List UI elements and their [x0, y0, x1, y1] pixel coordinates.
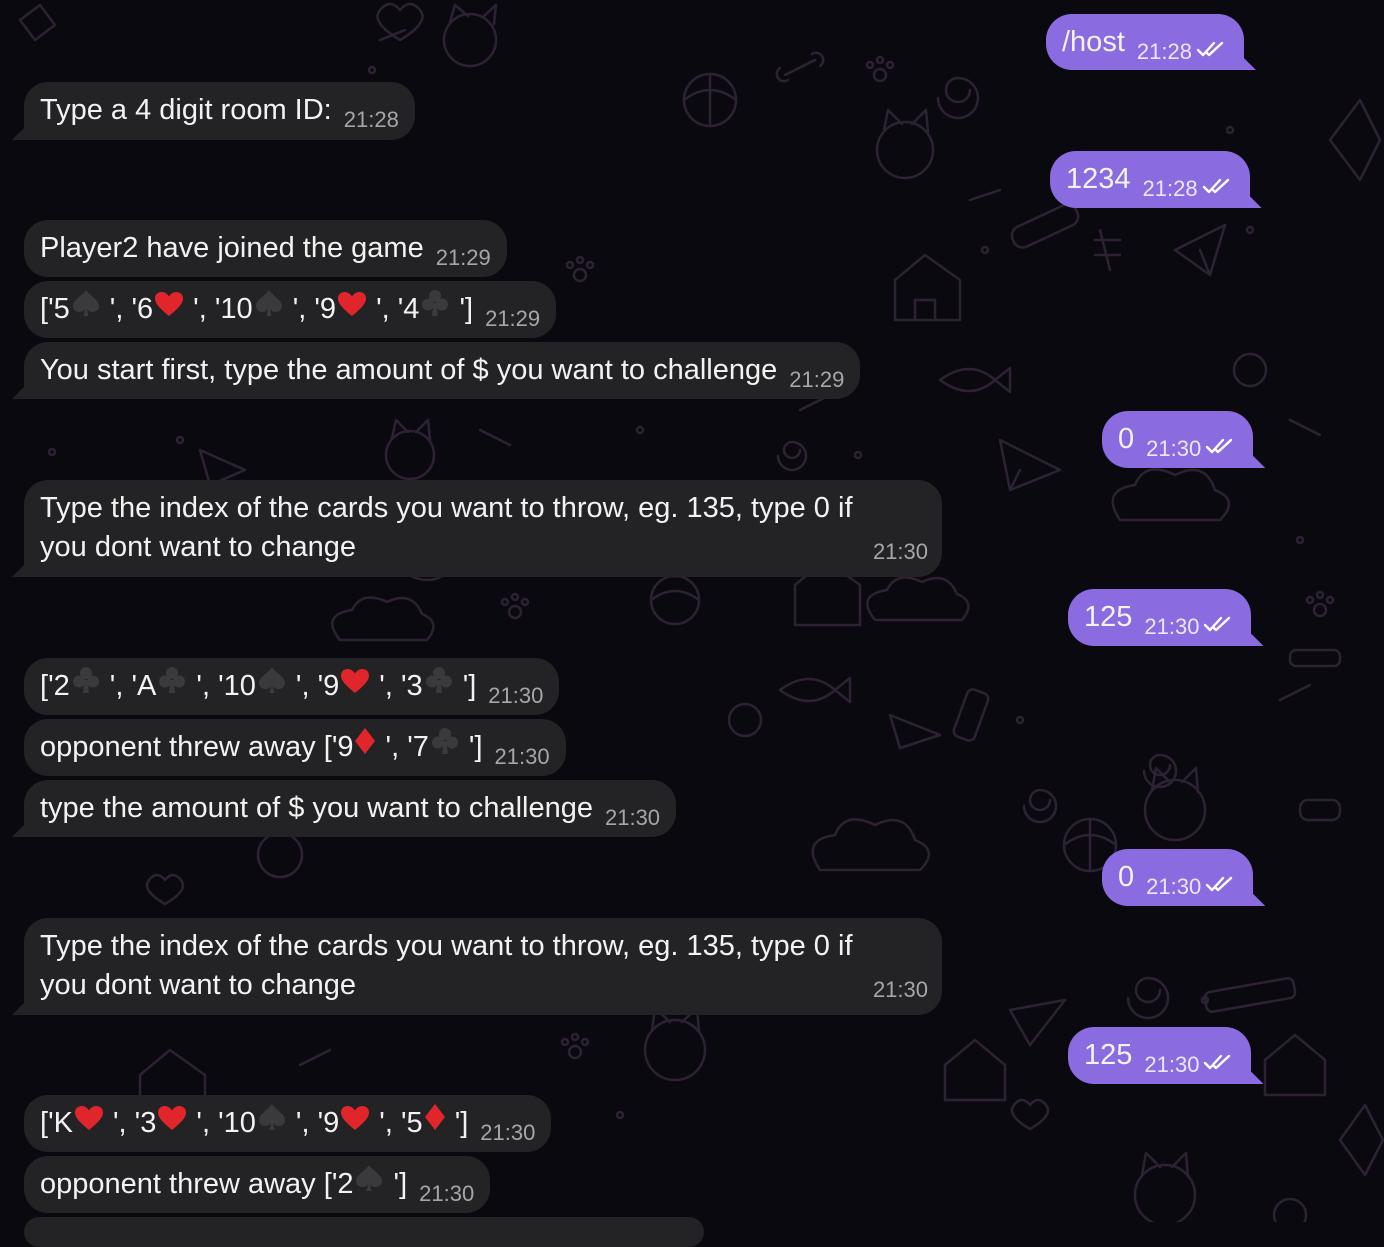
card: '5 ': [48, 289, 115, 325]
card: '9 ': [332, 727, 391, 763]
message-time: 21:28: [1142, 176, 1198, 201]
message-text-line-1: Type the index of the cards you want to …: [40, 492, 853, 524]
spade-suit-icon: [257, 1103, 287, 1142]
message-text-line-2: you dont want to change: [40, 531, 357, 563]
message-text: Player2 have joined the game: [40, 232, 424, 264]
card-list: ['2 ']: [324, 1164, 407, 1200]
outgoing-message[interactable]: 125 21:30: [1068, 589, 1252, 646]
message-text: You start first, type the amount of $ yo…: [40, 354, 778, 386]
card: '3 ': [401, 666, 468, 702]
message-text: opponent threw away: [40, 731, 324, 763]
double-check-icon: [1196, 30, 1226, 69]
card: '9 ': [318, 668, 385, 702]
message-time: 21:29: [435, 245, 491, 270]
message-text-line-2: you dont want to change: [40, 969, 357, 1001]
heart-suit-icon: [157, 1103, 187, 1142]
message-text: 0: [1118, 423, 1135, 455]
card: '5 ': [401, 1103, 460, 1139]
card: '10 ': [218, 666, 301, 702]
heart-suit-icon: [340, 1103, 370, 1142]
spade-suit-icon: [354, 1164, 384, 1203]
outgoing-message[interactable]: 0 21:30: [1102, 411, 1254, 468]
card: '2 ': [332, 1164, 399, 1200]
diamond-suit-icon: [424, 1103, 446, 1142]
message-time: 21:28: [343, 107, 399, 132]
card: '7 ': [407, 727, 474, 763]
message-time: 21:30: [604, 805, 661, 830]
card: '9 ': [314, 291, 382, 325]
outgoing-message[interactable]: 125 21:30: [1068, 1027, 1252, 1084]
incoming-message[interactable]: Type a 4 digit room ID: 21:28: [24, 82, 415, 140]
spade-suit-icon: [254, 289, 284, 328]
card: '10 ': [215, 289, 298, 325]
message-text: type the amount of $ you want to challen…: [40, 792, 593, 824]
club-suit-icon: [430, 727, 460, 766]
double-check-icon: [1202, 167, 1232, 206]
message-time: 21:30: [419, 1181, 475, 1206]
card: '10 ': [218, 1103, 301, 1139]
message-time: 21:30: [480, 1120, 536, 1145]
card: 'K ': [48, 1105, 119, 1139]
incoming-message[interactable]: type the amount of $ you want to challen…: [24, 780, 677, 837]
incoming-message[interactable]: opponent threw away ['9 ', '7 '] 21:30: [24, 719, 566, 776]
club-suit-icon: [71, 666, 101, 705]
heart-suit-icon: [340, 666, 370, 705]
card-list: ['2 ', 'A ', '10 ', '9 ', '3 ']: [40, 666, 476, 702]
message-text: 0: [1118, 861, 1135, 893]
incoming-message[interactable]: Type the index of the cards you want to …: [24, 480, 942, 577]
club-suit-icon: [420, 289, 450, 328]
heart-suit-icon: [337, 289, 367, 328]
message-text: 1234: [1066, 163, 1131, 195]
card: '9 ': [318, 1105, 385, 1139]
message-time: 21:30: [1146, 874, 1202, 899]
incoming-message[interactable]: ['2 ', 'A ', '10 ', '9 ', '3 '] 21:30: [24, 658, 560, 715]
double-check-icon: [1203, 1043, 1233, 1082]
card-list: ['K ', '3 ', '10 ', '9 ', '5 ']: [40, 1103, 468, 1139]
incoming-message[interactable]: opponent threw away ['2 '] 21:30: [24, 1156, 491, 1213]
incoming-message[interactable]: ['K ', '3 ', '10 ', '9 ', '5 '] 21:30: [24, 1095, 552, 1152]
outgoing-message[interactable]: 0 21:30: [1102, 849, 1254, 906]
message-text: 125: [1084, 1039, 1133, 1071]
message-text: 125: [1084, 601, 1133, 633]
outgoing-message[interactable]: /host 21:28: [1046, 14, 1244, 70]
card-list: ['9 ', '7 ']: [324, 727, 483, 763]
message-time: 21:29: [789, 367, 845, 392]
card: '2 ': [48, 666, 115, 702]
message-time: 21:28: [1136, 39, 1192, 64]
card: 'A ': [131, 666, 202, 702]
message-time: 21:29: [485, 306, 541, 331]
message-time: 21:30: [488, 683, 544, 708]
club-suit-icon: [424, 666, 454, 705]
incoming-message[interactable]: Type the index of the cards you want to …: [24, 918, 942, 1015]
outgoing-message[interactable]: 1234 21:28: [1050, 151, 1250, 208]
double-check-icon: [1203, 605, 1233, 644]
spade-suit-icon: [71, 289, 101, 328]
card: '4 ': [398, 289, 465, 325]
card: '3 ': [135, 1105, 202, 1139]
message-time: 21:30: [872, 977, 928, 1002]
message-text-line-1: Type the index of the cards you want to …: [40, 930, 853, 962]
heart-suit-icon: [74, 1103, 104, 1142]
card-list: ['5 ', '6 ', '10 ', '9 ', '4 ']: [40, 289, 473, 325]
message-time: 21:30: [872, 539, 928, 564]
message-text: opponent threw away: [40, 1168, 324, 1200]
double-check-icon: [1205, 865, 1235, 904]
heart-suit-icon: [154, 289, 184, 328]
diamond-suit-icon: [354, 727, 376, 766]
message-time: 21:30: [1144, 1052, 1200, 1077]
message-time: 21:30: [494, 744, 550, 769]
incoming-message[interactable]: Player2 have joined the game 21:29: [24, 220, 507, 277]
club-suit-icon: [157, 666, 187, 705]
message-time: 21:30: [1146, 436, 1202, 461]
spade-suit-icon: [257, 666, 287, 705]
message-text: Type a 4 digit room ID:: [40, 94, 332, 126]
double-check-icon: [1205, 427, 1235, 466]
incoming-message[interactable]: ['5 ', '6 ', '10 ', '9 ', '4 '] 21:29: [24, 281, 557, 338]
card: '6 ': [131, 291, 199, 325]
message-text: /host: [1062, 26, 1125, 58]
message-time: 21:30: [1144, 614, 1200, 639]
incoming-message[interactable]: You start first, type the amount of $ yo…: [24, 342, 861, 399]
